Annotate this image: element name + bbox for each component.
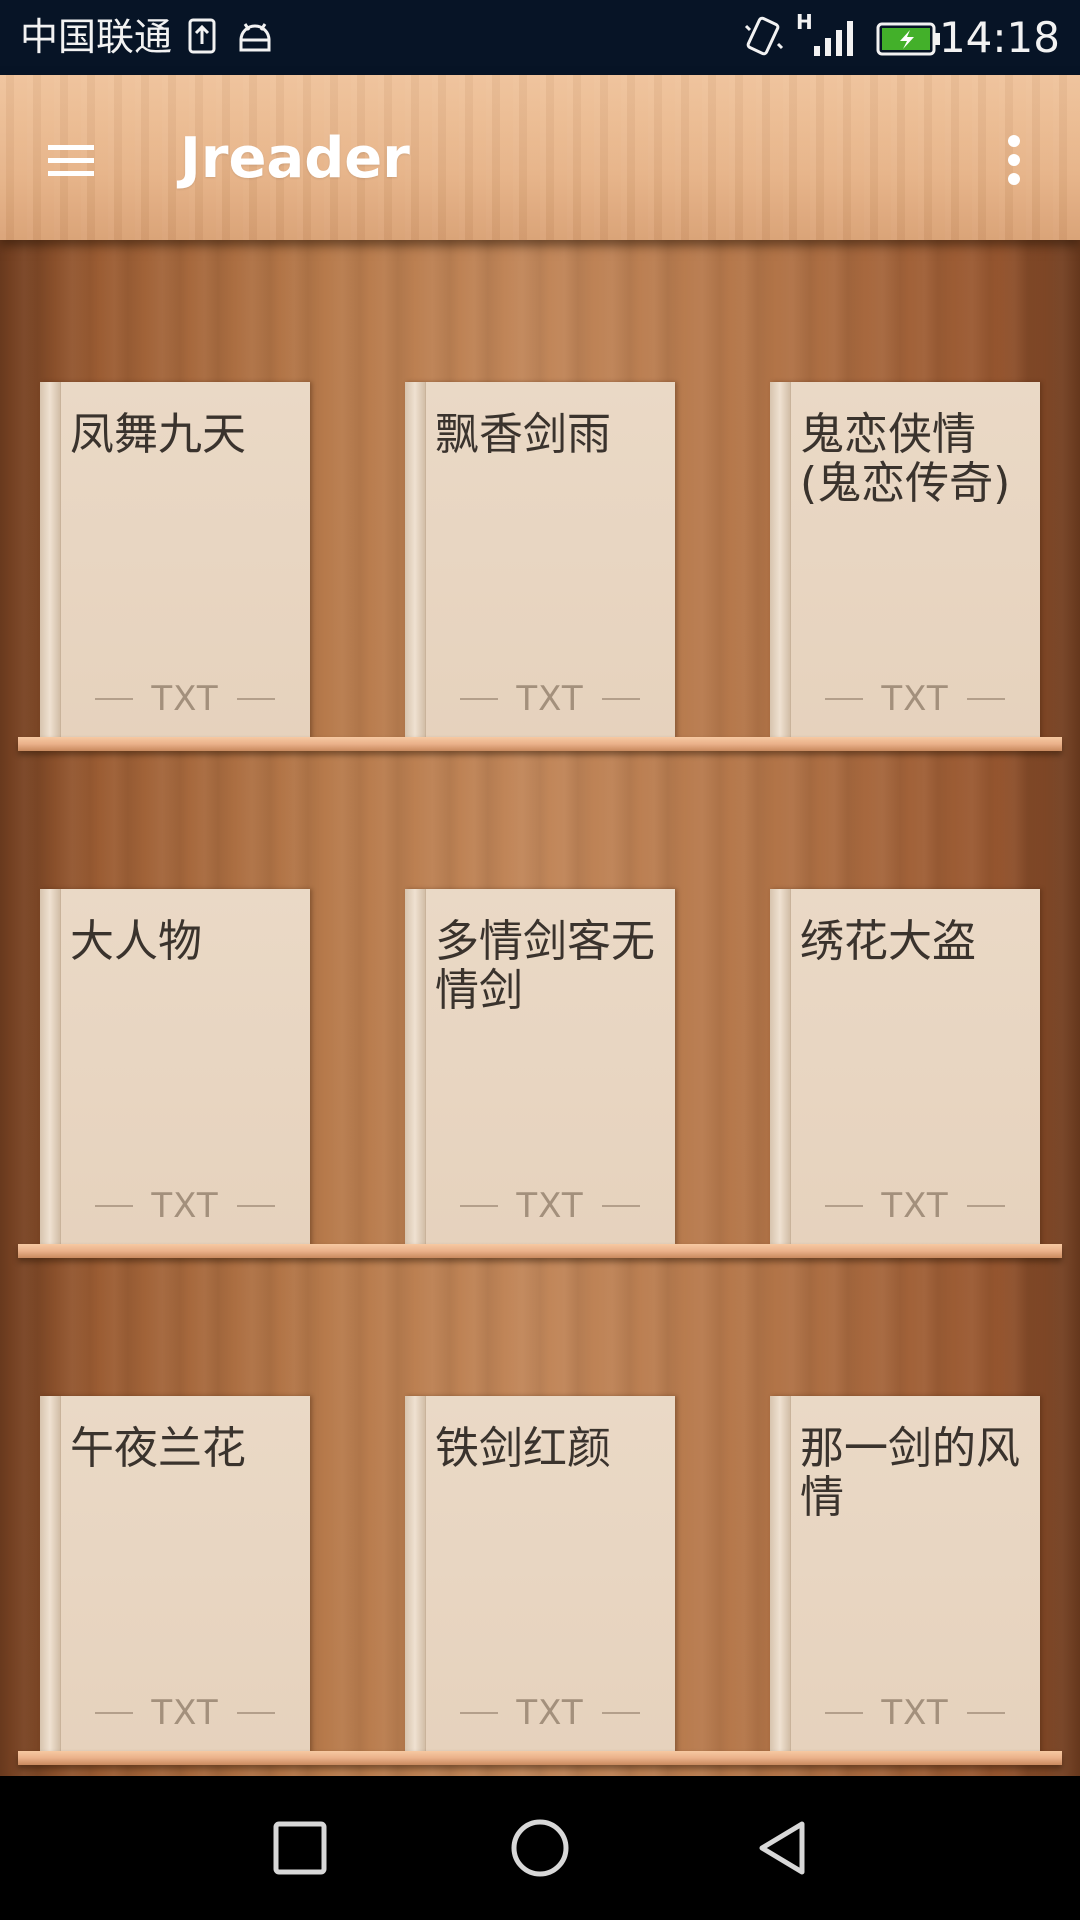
signal-icon: [812, 18, 856, 62]
menu-button[interactable]: [40, 123, 130, 193]
book-item[interactable]: 铁剑红颜 TXT: [405, 1396, 675, 1753]
overflow-menu-button[interactable]: [990, 125, 1040, 195]
hamburger-menu-icon: [48, 145, 94, 176]
book-item[interactable]: 鬼恋侠情(鬼恋传奇) TXT: [770, 382, 1040, 739]
carrier-name: 中国联通: [20, 15, 173, 59]
status-bar: 中国联通 H 14:18: [0, 0, 1080, 75]
app-bar: Jreader: [0, 75, 1080, 240]
shelf-plank: [18, 1751, 1062, 1765]
book-format-label: TXT: [790, 1186, 1040, 1226]
recents-square-icon: [273, 1821, 327, 1875]
upload-icon: [188, 18, 216, 58]
book-format-label: TXT: [425, 679, 675, 719]
book-item[interactable]: 凤舞九天 TXT: [40, 382, 310, 739]
book-title: 那一剑的风情: [800, 1423, 1020, 1523]
home-circle-icon: [511, 1819, 569, 1877]
app-title: Jreader: [180, 126, 410, 191]
book-format-label: TXT: [60, 1186, 310, 1226]
book-format-label: TXT: [60, 679, 310, 719]
book-title: 大人物: [70, 916, 202, 967]
book-title: 铁剑红颜: [435, 1423, 611, 1474]
book-item[interactable]: 绣花大盗 TXT: [770, 889, 1040, 1246]
navigation-bar: [0, 1776, 1080, 1920]
book-title: 飘香剑雨: [435, 409, 611, 460]
book-item[interactable]: 大人物 TXT: [40, 889, 310, 1246]
shelf-row: 凤舞九天 TXT 飘香剑雨 TXT 鬼恋侠情(鬼恋传奇) TXT: [0, 240, 1080, 751]
status-clock: 14:18: [938, 13, 1060, 62]
book-title: 凤舞九天: [70, 409, 246, 460]
book-item[interactable]: 多情剑客无情剑 TXT: [405, 889, 675, 1246]
vibrate-icon: [744, 14, 784, 62]
book-title: 午夜兰花: [70, 1423, 246, 1474]
network-type-label: H: [796, 10, 813, 34]
book-format-label: TXT: [790, 1693, 1040, 1733]
android-icon: [236, 20, 274, 58]
book-title: 绣花大盗: [800, 916, 976, 967]
bookshelf: 凤舞九天 TXT 飘香剑雨 TXT 鬼恋侠情(鬼恋传奇) TXT 大人物 TXT…: [0, 240, 1080, 1776]
back-button[interactable]: [750, 1816, 814, 1880]
book-title: 鬼恋侠情(鬼恋传奇): [800, 409, 1011, 509]
book-title: 多情剑客无情剑: [435, 916, 655, 1016]
book-item[interactable]: 飘香剑雨 TXT: [405, 382, 675, 739]
shelf-row: 大人物 TXT 多情剑客无情剑 TXT 绣花大盗 TXT: [0, 747, 1080, 1258]
book-format-label: TXT: [790, 679, 1040, 719]
book-format-label: TXT: [425, 1693, 675, 1733]
book-format-label: TXT: [60, 1693, 310, 1733]
shelf-row: 午夜兰花 TXT 铁剑红颜 TXT 那一剑的风情 TXT: [0, 1254, 1080, 1765]
book-item[interactable]: 那一剑的风情 TXT: [770, 1396, 1040, 1753]
back-triangle-icon: [759, 1821, 805, 1875]
recents-button[interactable]: [268, 1816, 332, 1880]
home-button[interactable]: [508, 1816, 572, 1880]
book-format-label: TXT: [425, 1186, 675, 1226]
more-vert-icon: [1008, 135, 1020, 185]
book-item[interactable]: 午夜兰花 TXT: [40, 1396, 310, 1753]
battery-charging-icon: [876, 22, 942, 60]
